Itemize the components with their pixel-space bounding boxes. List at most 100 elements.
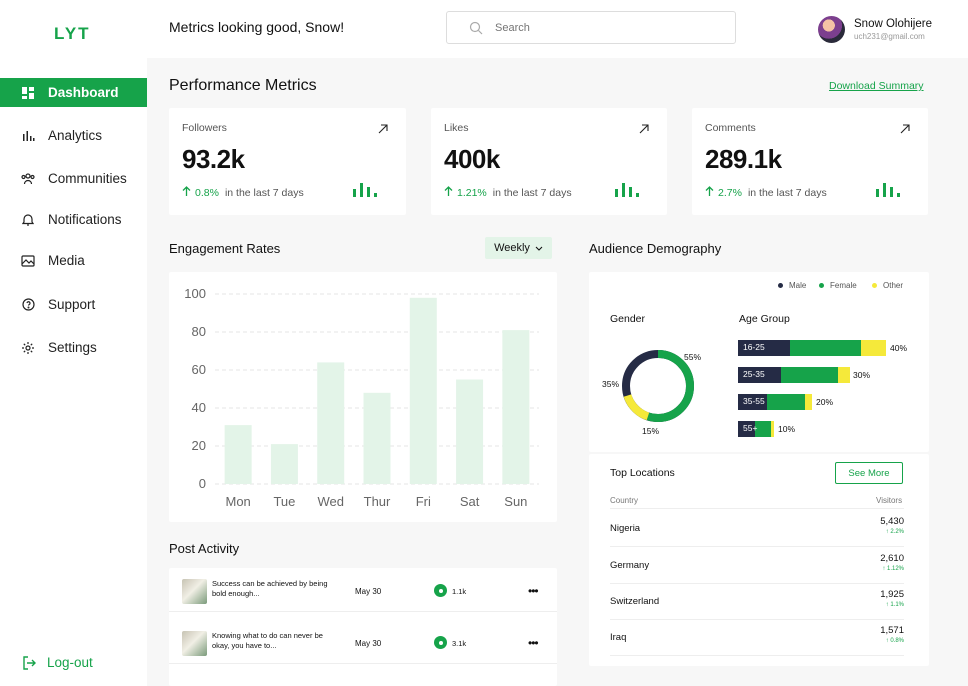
location-visitors: 1,571 [880,625,904,636]
location-visitors: 2,610 [880,553,904,564]
grid-icon [21,86,35,100]
post-text: Knowing what to do can never be okay, yo… [212,631,323,650]
chart-bar[interactable] [317,362,345,484]
logout-button[interactable]: Log-out [22,655,93,670]
metric-value: 289.1k [705,144,782,174]
location-change: ↑ 1.1% [885,602,904,608]
chart-bar[interactable] [409,297,437,484]
help-icon [21,298,35,312]
age-bar-35-55: 35-55 [738,394,812,410]
arrow-up-icon [444,186,453,199]
metric-label: Followers [182,122,227,134]
top-bar: Metrics looking good, Snow! Snow Olohije… [147,0,968,58]
location-country: Switzerland [610,596,660,607]
download-summary-link[interactable]: Download Summary [829,80,924,92]
post-views: 3.1k [452,639,467,648]
location-change: ↑ 0.8% [885,638,904,644]
age-bar-55-plus: 55+ [738,421,774,437]
chart-bar[interactable] [456,379,484,485]
performance-title: Performance Metrics [169,77,317,94]
gear-icon [21,341,35,355]
mini-bar-chart-icon [615,183,639,197]
user-profile[interactable]: Snow Olohijere uch231@gmail.com [818,16,932,43]
sidebar-item-label: Communities [48,171,127,186]
legend-label: Male [789,281,807,290]
female-legend-dot [819,283,824,288]
location-change-value: 2.2% [890,529,904,535]
age-bar-25-35: 25-35 [738,367,850,383]
more-options-icon[interactable]: ••• [528,584,539,598]
post-views: 1.1k [452,587,467,596]
arrow-up-right-icon[interactable] [900,121,910,139]
legend-male: Male [778,281,806,290]
search-input[interactable] [495,21,715,34]
age-group-title: Age Group [739,313,790,325]
metric-label: Likes [444,122,469,134]
y-tick-label: 20 [192,438,206,453]
x-tick-label: Fri [416,494,431,509]
sidebar-item-analytics[interactable]: Analytics [0,121,147,150]
sidebar-item-label: Media [48,253,85,268]
age-percent: 20% [816,397,834,407]
change-period: in the last 7 days [747,186,827,199]
mini-bar-chart-icon [876,183,900,197]
more-options-icon[interactable]: ••• [528,636,539,650]
location-country: Germany [610,560,650,571]
location-change: ↑ 1.12% [882,566,904,572]
table-row: Iraq 1,571 ↑ 0.8% [610,620,904,656]
age-label: 35-55 [743,396,765,406]
sidebar-item-dashboard[interactable]: Dashboard [0,78,147,107]
chart-bar[interactable] [270,444,298,484]
metric-change: 0.8% in the last 7 days [182,186,304,199]
post-row[interactable]: Knowing what to do can never be okay, yo… [169,622,557,664]
arrow-up-right-icon[interactable] [378,121,388,139]
demography-title: Audience Demography [589,241,722,256]
brand-logo: LYT [54,24,91,43]
sidebar-item-notifications[interactable]: Notifications [0,205,147,234]
sidebar-item-support[interactable]: Support [0,290,147,319]
sidebar-item-media[interactable]: Media [0,246,147,275]
sidebar-item-label: Settings [48,340,97,355]
post-activity-title: Post Activity [169,541,240,556]
see-more-button[interactable]: See More [835,462,903,484]
x-tick-label: Thur [364,494,391,509]
metric-change: 1.21% in the last 7 days [444,186,572,199]
gender-other-percent: 15% [642,426,660,436]
bell-icon [21,213,35,227]
sidebar: LYT Dashboard Analytics Communities Noti… [0,0,147,686]
other-legend-dot [872,283,877,288]
location-visitors: 1,925 [880,589,904,600]
sidebar-item-label: Dashboard [48,85,119,100]
male-legend-dot [778,283,783,288]
period-dropdown[interactable]: Weekly [485,237,552,259]
top-locations-title: Top Locations [610,467,675,479]
sidebar-item-settings[interactable]: Settings [0,333,147,362]
change-percent: 1.21% [457,186,487,199]
legend-label: Other [883,281,904,290]
sidebar-item-communities[interactable]: Communities [0,164,147,193]
post-date: May 30 [355,587,382,596]
chart-bar[interactable] [224,425,252,484]
column-header-country: Country [610,496,639,505]
location-visitors: 5,430 [880,516,904,527]
search-box[interactable] [446,11,736,44]
search-icon [469,21,483,35]
user-name: Snow Olohijere [854,18,932,30]
location-country: Iraq [610,632,627,643]
gender-title: Gender [610,313,646,325]
eye-icon [434,636,447,649]
chart-bar[interactable] [363,392,391,484]
age-bar-16-25: 16-25 [738,340,886,356]
avatar[interactable] [818,16,845,43]
chevron-down-icon [535,246,543,251]
bar-chart-icon [21,129,35,143]
engagement-chart-card: 100 80 60 40 20 0 Mon Tue Wed Thur Fri Sat Sun [169,272,557,522]
post-date: May 30 [355,639,382,648]
post-row[interactable]: Success can be achieved by being bold en… [169,570,557,612]
users-icon [21,172,35,186]
chart-bar[interactable] [502,330,530,484]
location-change: ↑ 2.2% [885,529,904,535]
arrow-up-right-icon[interactable] [639,121,649,139]
location-country: Nigeria [610,523,641,534]
x-tick-label: Mon [225,494,250,509]
